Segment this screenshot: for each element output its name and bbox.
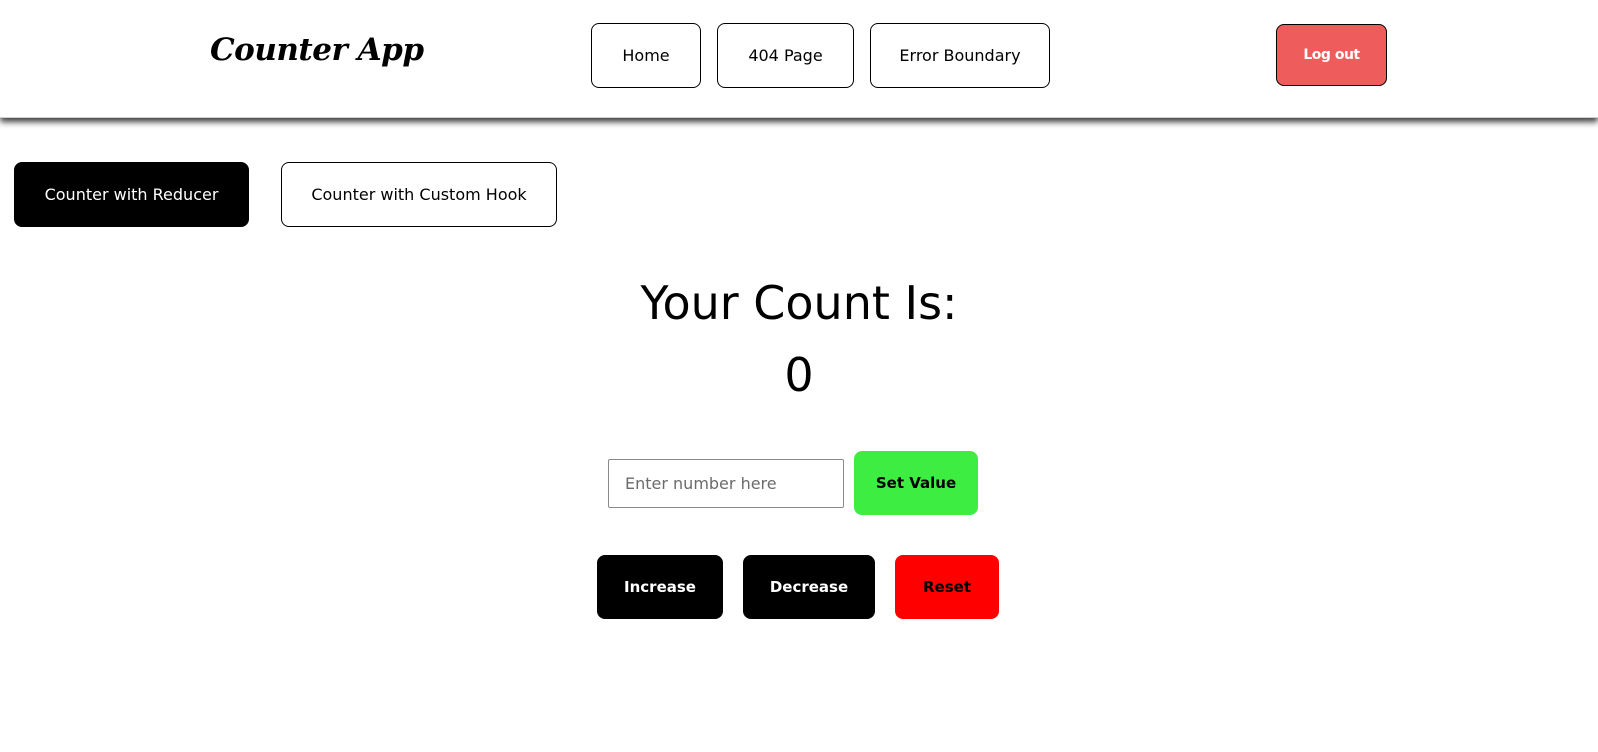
logout-button[interactable]: Log out <box>1276 24 1387 86</box>
nav-home-button[interactable]: Home <box>591 23 701 88</box>
nav-404-page-button[interactable]: 404 Page <box>717 23 854 88</box>
set-value-button[interactable]: Set Value <box>854 451 978 515</box>
number-input[interactable] <box>608 459 844 508</box>
increase-button[interactable]: Increase <box>597 555 723 619</box>
nav-error-boundary-button[interactable]: Error Boundary <box>870 23 1050 88</box>
app-header: Counter App Home 404 Page Error Boundary… <box>0 0 1598 118</box>
reset-button[interactable]: Reset <box>895 555 999 619</box>
tab-counter-with-reducer[interactable]: Counter with Reducer <box>14 162 249 227</box>
count-value: 0 <box>784 348 814 402</box>
app-logo[interactable]: Counter App <box>210 32 424 68</box>
count-title: Your Count Is: <box>640 276 958 330</box>
tab-counter-with-custom-hook[interactable]: Counter with Custom Hook <box>281 162 557 227</box>
decrease-button[interactable]: Decrease <box>743 555 875 619</box>
